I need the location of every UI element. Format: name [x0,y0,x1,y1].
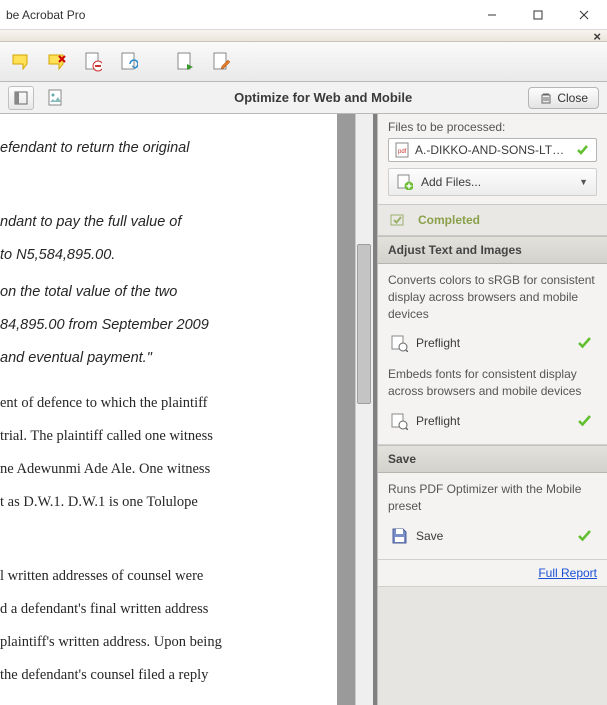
floppy-save-icon [390,527,408,545]
close-label: Close [557,91,588,105]
preflight-row-2[interactable]: Preflight [388,408,597,434]
adjust-section: Converts colors to sRGB for consistent d… [378,264,607,445]
add-files-icon [397,174,413,190]
ribbon-close-icon[interactable]: × [593,29,601,44]
doc-line: to N5,584,895.00. [0,241,307,270]
page-thumbnail-icon[interactable] [42,86,68,110]
comment-toolbar [0,42,607,82]
doc-line: on the total value of the two [0,278,307,307]
full-report-row: Full Report [378,560,607,586]
file-name: A.-DIKKO-AND-SONS-LTD... [415,143,570,157]
close-panel-button[interactable]: Close [528,87,599,109]
svg-text:pdf: pdf [398,149,407,155]
doc-line: l written addresses of counsel were [0,562,307,591]
doc-line: ndant to pay the full value of [0,208,307,237]
check-icon [577,529,593,543]
preflight-icon [390,334,408,352]
window-titlebar: be Acrobat Pro [0,0,607,30]
document-page: efendant to return the original ndant to… [0,114,337,705]
files-to-process-label: Files to be processed: [378,114,607,138]
doc-line: and eventual payment." [0,344,307,373]
doc-line: ne Adewunmi Ade Ale. One witness [0,455,307,484]
close-icon [539,92,551,104]
action-subbar: Optimize for Web and Mobile Close [0,82,607,114]
workspace: efendant to return the original ndant to… [0,114,607,705]
sticky-note-delete-icon[interactable] [44,49,70,75]
subbar-left [8,86,68,110]
status-completed: Completed [378,204,607,236]
maximize-button[interactable] [515,0,561,30]
page-next-icon[interactable] [172,49,198,75]
save-section-header: Save [378,445,607,473]
sticky-note-icon[interactable] [8,49,34,75]
doc-line: t as D.W.1. D.W.1 is one Tolulope [0,488,307,517]
save-action-row[interactable]: Save [388,523,597,549]
window-title: be Acrobat Pro [0,8,85,22]
scrollbar-track[interactable] [355,114,373,705]
pdf-file-icon: pdf [395,142,409,158]
add-files-button[interactable]: Add Files... ▼ [388,168,597,196]
doc-line: the defendant's counsel filed a reply [0,661,307,690]
preflight-label: Preflight [416,414,460,428]
check-icon [577,414,593,428]
doc-line: ent of defence to which the plaintiff [0,389,307,418]
close-window-button[interactable] [561,0,607,30]
ribbon-strip: × [0,30,607,42]
preflight-icon [390,412,408,430]
action-side-panel: Files to be processed: pdf A.-DIKKO-AND-… [377,114,607,705]
panel-title: Optimize for Web and Mobile [234,90,412,105]
save-desc: Runs PDF Optimizer with the Mobile prese… [388,481,597,515]
adjust-desc-2: Embeds fonts for consistent display acro… [388,366,597,400]
page-refresh-icon[interactable] [116,49,142,75]
panel-footer [378,586,607,705]
completed-icon [390,213,408,227]
doc-line: efendant to return the original [0,134,307,163]
doc-line: d a defendant's final written address [0,595,307,624]
check-icon [576,144,590,156]
preflight-label: Preflight [416,336,460,350]
adjust-desc-1: Converts colors to sRGB for consistent d… [388,272,597,322]
doc-line: trial. The plaintiff called one witness [0,422,307,451]
full-report-link[interactable]: Full Report [538,566,597,580]
document-area: efendant to return the original ndant to… [0,114,377,705]
check-icon [577,336,593,350]
save-section: Runs PDF Optimizer with the Mobile prese… [378,473,607,560]
completed-label: Completed [418,213,480,227]
doc-line: plaintiff's written address. Upon being [0,628,307,657]
doc-line: 84,895.00 from September 2009 [0,311,307,340]
dropdown-icon: ▼ [579,177,588,187]
panel-toggle-button[interactable] [8,86,34,110]
page-edit-icon[interactable] [208,49,234,75]
page-delete-icon[interactable] [80,49,106,75]
minimize-button[interactable] [469,0,515,30]
scrollbar-thumb[interactable] [357,244,371,404]
adjust-section-header: Adjust Text and Images [378,236,607,264]
save-label: Save [416,529,443,543]
preflight-row-1[interactable]: Preflight [388,330,597,356]
file-entry[interactable]: pdf A.-DIKKO-AND-SONS-LTD... [388,138,597,162]
add-files-label: Add Files... [421,175,481,189]
window-controls [469,0,607,30]
